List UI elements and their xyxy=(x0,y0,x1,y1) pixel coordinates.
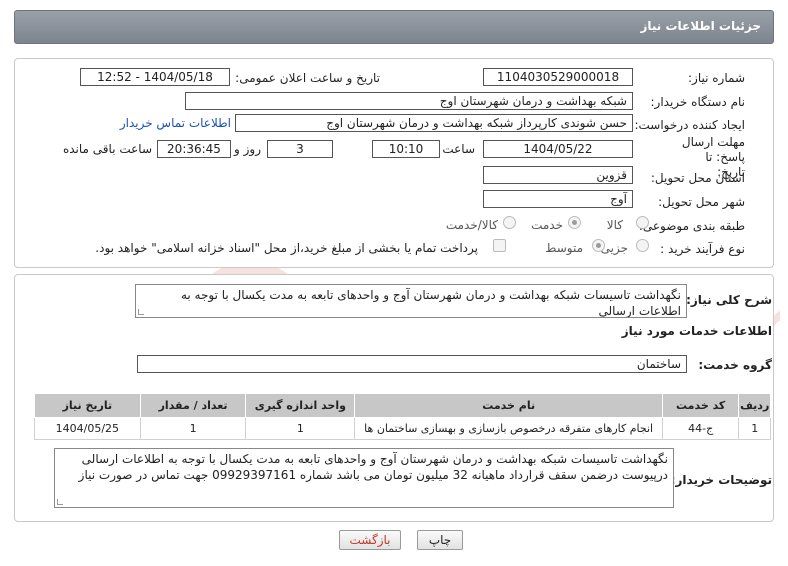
description-label: شرح کلی نیاز: xyxy=(686,293,772,307)
remaining-time-field: 20:36:45 xyxy=(157,140,231,158)
col-date: تاریخ نیاز xyxy=(34,393,141,418)
process-option-medium: متوسط xyxy=(545,241,583,255)
treasury-note: پرداخت تمام یا بخشی از مبلغ خرید،از محل … xyxy=(95,241,478,255)
announce-date-field: 1404/05/18 - 12:52 xyxy=(80,68,230,86)
cell-qty: 1 xyxy=(139,417,247,440)
process-label: نوع فرآیند خرید : xyxy=(660,242,745,256)
province-field: قزوین xyxy=(483,166,633,184)
city-label: شهر محل تحویل: xyxy=(658,195,745,209)
col-code: کد خدمت xyxy=(661,393,740,418)
process-radio-medium[interactable] xyxy=(592,239,605,252)
days-label: روز و xyxy=(234,142,261,156)
resize-grip-icon[interactable] xyxy=(57,499,63,505)
deadline-time-field: 10:10 xyxy=(372,140,440,158)
table-row: 1 ج-44 انجام کارهای متفرقه درخصوص بازساز… xyxy=(34,417,771,440)
services-table: ردیف کد خدمت نام خدمت واحد اندازه گیری ت… xyxy=(34,393,771,440)
buyer-notes-textarea[interactable]: نگهداشت تاسیسات شبکه بهداشت و درمان شهرس… xyxy=(54,448,674,508)
category-radio-service[interactable] xyxy=(568,216,581,229)
col-row: ردیف xyxy=(738,393,771,418)
category-option-goods: کالا xyxy=(606,218,623,232)
page-title: جزئیات اطلاعات نیاز xyxy=(640,19,761,33)
province-label: استان محل تحویل: xyxy=(650,171,745,185)
buyer-org-label: نام دستگاه خریدار: xyxy=(650,95,746,109)
services-table-header: ردیف کد خدمت نام خدمت واحد اندازه گیری ت… xyxy=(34,393,771,418)
city-field: آوج xyxy=(483,190,633,208)
treasury-checkbox[interactable] xyxy=(493,239,506,252)
resize-grip-icon[interactable] xyxy=(138,309,144,315)
category-option-service: خدمت xyxy=(531,218,563,232)
category-option-goods-service: کالا/خدمت xyxy=(445,218,498,232)
category-label: طبقه بندی موضوعی: xyxy=(638,219,745,233)
cell-date: 1404/05/25 xyxy=(34,417,141,440)
service-group-field: ساختمان xyxy=(137,355,687,373)
col-qty: تعداد / مقدار xyxy=(139,393,247,418)
category-radio-goods[interactable] xyxy=(636,216,649,229)
announce-date-label: تاریخ و ساعت اعلان عمومی: xyxy=(235,71,380,85)
buyer-notes-text: نگهداشت تاسیسات شبکه بهداشت و درمان شهرس… xyxy=(78,452,668,482)
deadline-time-label: ساعت xyxy=(442,142,475,156)
cell-unit: 1 xyxy=(245,417,356,440)
need-details-panel xyxy=(14,58,774,268)
cell-name: انجام کارهای متفرقه درخصوص بازسازی و بهس… xyxy=(354,417,663,440)
description-text: نگهداشت تاسیسات شبکه بهداشت و درمان شهرس… xyxy=(180,288,681,318)
buyer-contact-link[interactable]: اطلاعات تماس خریدار xyxy=(120,116,231,130)
description-textarea[interactable]: نگهداشت تاسیسات شبکه بهداشت و درمان شهرس… xyxy=(135,284,687,318)
print-button[interactable]: چاپ xyxy=(417,530,463,550)
deadline-date-field: 1404/05/22 xyxy=(483,140,633,158)
buyer-org-field: شبکه بهداشت و درمان شهرستان اوج xyxy=(185,92,633,110)
category-radio-goods-service[interactable] xyxy=(503,216,516,229)
process-radio-minor[interactable] xyxy=(636,239,649,252)
need-number-label: شماره نیاز: xyxy=(688,71,745,85)
page-header: جزئیات اطلاعات نیاز xyxy=(14,10,774,44)
remaining-time-label: ساعت باقی مانده xyxy=(62,142,152,156)
requester-label: ایجاد کننده درخواست: xyxy=(634,118,745,132)
requester-field: حسن شوندی کارپرداز شبکه بهداشت و درمان ش… xyxy=(235,114,633,132)
days-field: 3 xyxy=(267,140,333,158)
services-section-title: اطلاعات خدمات مورد نیاز xyxy=(621,324,772,338)
buyer-notes-label: توضیحات خریدار: xyxy=(670,473,772,487)
service-group-label: گروه خدمت: xyxy=(698,358,772,372)
need-number-field: 1104030529000018 xyxy=(483,68,633,86)
col-unit: واحد اندازه گیری xyxy=(245,393,356,418)
back-button[interactable]: بازگشت xyxy=(339,530,401,550)
cell-code: ج-44 xyxy=(661,417,740,440)
cell-row: 1 xyxy=(738,417,771,440)
col-name: نام خدمت xyxy=(354,393,663,418)
